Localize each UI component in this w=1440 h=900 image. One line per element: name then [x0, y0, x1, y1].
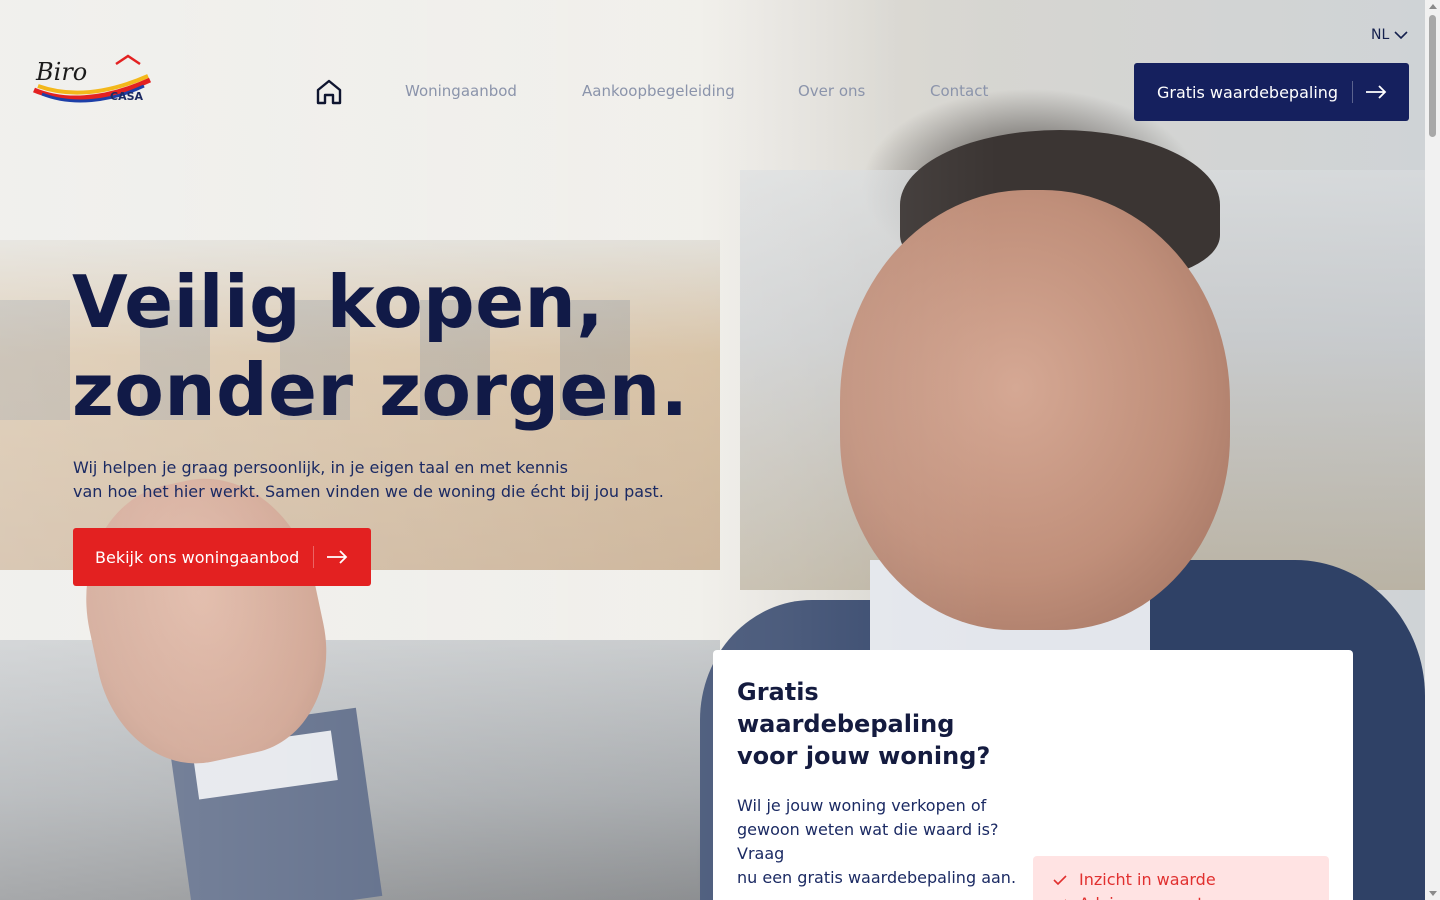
logo-word: Biro: [35, 58, 87, 86]
hero-title: Veilig kopen, zonder zorgen.: [72, 258, 688, 434]
benefit-label: Inzicht in waarde: [1079, 870, 1216, 889]
benefit-item: Inzicht in waarde: [1053, 868, 1329, 892]
card-title-line: voor jouw woning?: [737, 742, 991, 770]
button-divider: [1352, 81, 1354, 103]
valuation-card-title: Gratis waardebepaling voor jouw woning?: [737, 676, 1027, 772]
nav-link-woningaanbod[interactable]: Woningaanbod: [405, 82, 517, 100]
site-logo[interactable]: Biro CASA: [32, 50, 154, 106]
arrow-right-icon: [1366, 85, 1387, 99]
view-listings-button[interactable]: Bekijk ons woningaanbod: [73, 528, 371, 586]
view-listings-button-label: Bekijk ons woningaanbod: [95, 547, 300, 567]
valuation-card: Gratis waardebepaling voor jouw woning? …: [713, 650, 1353, 900]
nav-link-over-ons[interactable]: Over ons: [798, 82, 865, 100]
logo-graphic: Biro CASA: [33, 54, 152, 103]
benefit-item: Advies op maat: [1053, 892, 1329, 900]
benefit-label: Advies op maat: [1079, 892, 1204, 900]
card-text-line: Wil je jouw woning verkopen of: [737, 796, 987, 815]
card-text-line: Vraag: [737, 844, 785, 863]
checkmark-icon: [1053, 875, 1067, 885]
language-label: NL: [1371, 27, 1390, 43]
logo-subword: CASA: [110, 90, 144, 103]
card-title-line: Gratis: [737, 678, 819, 706]
language-selector[interactable]: NL: [1371, 27, 1408, 43]
arrow-right-icon: [327, 550, 348, 564]
card-text-line: nu een gratis waardebepaling aan.: [737, 868, 1017, 887]
hero-title-line: Veilig kopen,: [72, 260, 605, 344]
valuation-card-text: Wil je jouw woning verkopen of gewoon we…: [737, 794, 1027, 890]
scroll-down-arrow-icon[interactable]: [1429, 891, 1437, 896]
page-scrollbar[interactable]: [1425, 0, 1440, 900]
card-text-line: gewoon weten wat die waard is?: [737, 820, 999, 839]
hero-title-line: zonder zorgen.: [72, 348, 689, 432]
hero-subtitle: Wij helpen je graag persoonlijk, in je e…: [73, 456, 693, 504]
nav-link-contact[interactable]: Contact: [930, 82, 988, 100]
hero-subtitle-line: Wij helpen je graag persoonlijk, in je e…: [73, 458, 568, 477]
home-icon[interactable]: [314, 77, 344, 107]
card-title-line: waardebepaling: [737, 710, 955, 738]
scroll-up-arrow-icon[interactable]: [1429, 4, 1437, 9]
nav-link-aankoopbegeleiding[interactable]: Aankoopbegeleiding: [582, 82, 735, 100]
free-valuation-button-label: Gratis waardebepaling: [1157, 82, 1339, 102]
free-valuation-button[interactable]: Gratis waardebepaling: [1134, 63, 1409, 121]
button-divider: [313, 546, 315, 568]
scrollbar-thumb[interactable]: [1429, 15, 1436, 137]
hero-subtitle-line: van hoe het hier werkt. Samen vinden we …: [73, 482, 664, 501]
benefits-list: Inzicht in waarde Advies op maat: [1033, 856, 1329, 900]
page-viewport: Biro CASA Woningaanbod Aankoopbegeleidin…: [0, 0, 1425, 900]
chevron-down-icon: [1394, 30, 1408, 39]
